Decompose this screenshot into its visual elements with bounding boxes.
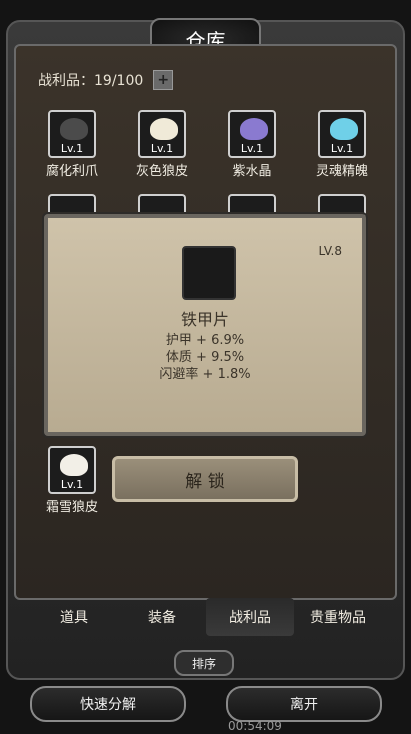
quick-decompose-button[interactable]: 快速分解 [30, 686, 186, 722]
leave-button[interactable]: 离开 [226, 686, 382, 722]
loot-count-label: 战利品：19/100 [38, 73, 144, 89]
sort-button[interactable]: 排序 [174, 650, 234, 676]
inventory-item-partial[interactable] [36, 194, 108, 216]
tab-loot[interactable]: 战利品 [206, 598, 294, 636]
inventory-item[interactable]: Lv.1 灰色狼皮 [126, 110, 198, 179]
inventory-tabs: 道具 装备 战利品 贵重物品 [30, 598, 382, 636]
item-level: LV.8 [318, 244, 342, 258]
inventory-item-partial[interactable] [306, 194, 378, 216]
inventory-item[interactable]: Lv.1 霜雪狼皮 [36, 446, 108, 515]
tab-valuables[interactable]: 贵重物品 [294, 598, 382, 636]
tab-items[interactable]: 道具 [30, 598, 118, 636]
item-detail-popup: LV.8 铁甲片 护甲 + 6.9% 体质 + 9.5% 闪避率 + 1.8% [44, 214, 366, 436]
item-name: 铁甲片 [180, 310, 229, 329]
inventory-item[interactable]: Lv.1 紫水晶 [216, 110, 288, 179]
unlock-button[interactable]: 解 锁 [112, 456, 298, 502]
loot-bar: 战利品：19/100 + [38, 70, 174, 90]
item-stats: 护甲 + 6.9% 体质 + 9.5% 闪避率 + 1.8% [159, 333, 251, 382]
inventory-item-partial[interactable] [216, 194, 288, 216]
timer: 00:54:09 [228, 719, 282, 733]
expand-button[interactable]: + [153, 70, 174, 90]
item-icon [182, 246, 236, 300]
inventory-item-partial[interactable] [126, 194, 198, 216]
tab-equipment[interactable]: 装备 [118, 598, 206, 636]
inventory-item[interactable]: Lv.1 灵魂精魄 [306, 110, 378, 179]
inventory-item[interactable]: Lv.1 腐化利爪 [36, 110, 108, 179]
